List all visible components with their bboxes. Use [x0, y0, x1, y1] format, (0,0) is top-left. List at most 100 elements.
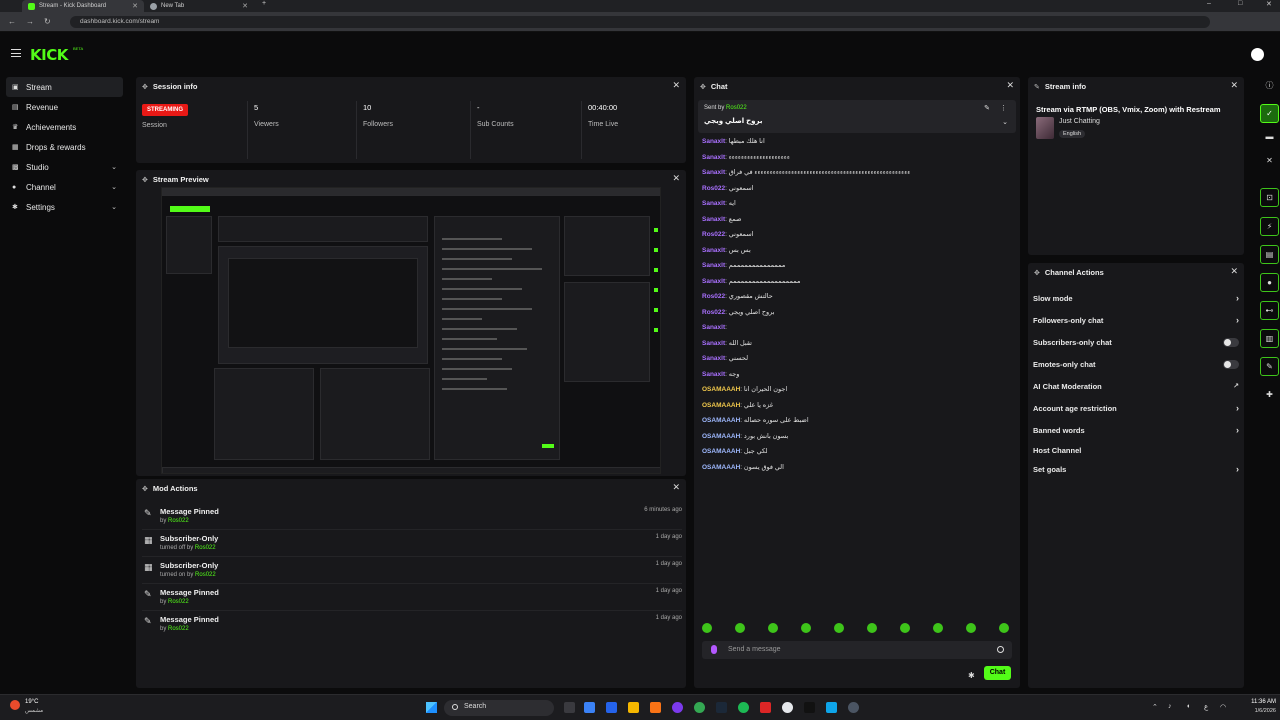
task-view-icon[interactable] — [564, 702, 575, 713]
drag-handle-icon[interactable]: ✥ — [1034, 269, 1040, 277]
chat-username[interactable]: Sanaxlt — [702, 154, 725, 161]
chat-username[interactable]: Sanaxlt — [702, 324, 725, 331]
app-icon[interactable] — [804, 702, 815, 713]
ai-moderation-option[interactable]: AI Chat Moderation ↗ — [1033, 375, 1239, 397]
wifi-icon[interactable]: ◠ — [1220, 703, 1226, 711]
set-goals-option[interactable]: Set goals › — [1033, 458, 1239, 480]
mail-icon[interactable] — [606, 702, 617, 713]
chat-username[interactable]: Sanaxlt — [702, 169, 725, 176]
chat-username[interactable]: OSAMAAAH — [702, 417, 740, 424]
drag-handle-icon[interactable]: ✎ — [1034, 83, 1040, 91]
chat-username[interactable]: Sanaxlt — [702, 247, 725, 254]
chat-username[interactable]: Ros022 — [702, 293, 725, 300]
emote-icon[interactable] — [867, 623, 877, 633]
app-icon[interactable] — [672, 702, 683, 713]
checkmark-icon[interactable]: ✓ — [1260, 104, 1279, 123]
emote-icon[interactable] — [834, 623, 844, 633]
chat-username[interactable]: Sanaxlt — [702, 371, 725, 378]
microphone-icon[interactable] — [711, 645, 717, 654]
chat-username[interactable]: Sanaxlt — [702, 278, 725, 285]
puzzle-icon[interactable]: ✚ — [1260, 385, 1279, 404]
chat-username[interactable]: Sanaxlt — [702, 138, 725, 145]
sidebar-item-settings[interactable]: ✱ Settings ⌄ — [6, 197, 123, 217]
emote-icon[interactable] — [735, 623, 745, 633]
forward-icon[interactable]: → — [26, 17, 34, 26]
layers-icon[interactable]: ▥ — [1260, 329, 1279, 348]
banned-words-option[interactable]: Banned words › — [1033, 419, 1239, 441]
windows-start-icon[interactable] — [426, 702, 437, 713]
app-icon[interactable] — [826, 702, 837, 713]
tab-new-tab[interactable]: New Tab ✕ — [144, 0, 254, 12]
sidebar-item-revenue[interactable]: ▤ Revenue — [6, 97, 123, 117]
speaker-icon[interactable]: ◖ — [1186, 703, 1190, 710]
back-icon[interactable]: ← — [8, 17, 16, 26]
chat-username[interactable]: Sanaxlt — [702, 262, 725, 269]
emote-icon[interactable] — [900, 623, 910, 633]
chat-username[interactable]: OSAMAAAH — [702, 402, 740, 409]
taskbar-search[interactable]: Search — [444, 700, 554, 716]
reload-icon[interactable]: ↻ — [44, 17, 51, 26]
sidebar-item-studio[interactable]: ▩ Studio ⌄ — [6, 157, 123, 177]
emote-icon[interactable] — [999, 623, 1009, 633]
slow-mode-option[interactable]: Slow mode › — [1033, 287, 1239, 309]
emote-icon[interactable] — [801, 623, 811, 633]
emotes-only-toggle[interactable] — [1223, 359, 1239, 369]
lightning-icon[interactable]: ⚡ — [1260, 217, 1279, 236]
emote-icon[interactable] — [966, 623, 976, 633]
drag-handle-icon[interactable]: ✥ — [700, 83, 706, 91]
chat-username[interactable]: Sanaxlt — [702, 200, 725, 207]
close-tab-icon[interactable]: ✕ — [132, 2, 138, 10]
weather-icon[interactable] — [10, 700, 20, 710]
chat-username[interactable]: Sanaxlt — [702, 340, 725, 347]
sidebar-item-achievements[interactable]: ♛ Achievements — [6, 117, 123, 137]
wrench-icon[interactable]: ✎ — [1260, 357, 1279, 376]
tray-expand-icon[interactable]: ⌃ — [1152, 703, 1158, 711]
app-icon[interactable] — [848, 702, 859, 713]
file-explorer-icon[interactable] — [628, 702, 639, 713]
mod-user-link[interactable]: Ros022 — [195, 545, 216, 551]
layout-icon[interactable]: ▬ — [1260, 127, 1279, 146]
chat-username[interactable]: OSAMAAAH — [702, 386, 740, 393]
emote-icon[interactable] — [933, 623, 943, 633]
mod-user-link[interactable]: Ros022 — [168, 518, 189, 524]
maximize-icon[interactable]: □ — [1238, 0, 1242, 7]
subscribers-only-toggle[interactable] — [1223, 337, 1239, 347]
sidebar-item-channel[interactable]: ● Channel ⌄ — [6, 177, 123, 197]
pinned-message[interactable]: Sent by Ros022 بروح اصلي ويجي ✎ ⋮ ⌄ — [698, 100, 1016, 133]
emote-icon[interactable] — [768, 623, 778, 633]
microphone-icon[interactable]: ♪ — [1168, 703, 1172, 710]
chat-input[interactable]: Send a message — [702, 641, 1012, 659]
drag-handle-icon[interactable]: ✥ — [142, 83, 148, 91]
close-icon[interactable]: ✕ — [1006, 80, 1014, 91]
close-window-icon[interactable]: ✕ — [1266, 0, 1272, 8]
chat-username[interactable]: Ros022 — [702, 231, 725, 238]
close-icon[interactable]: ✕ — [672, 482, 680, 493]
chrome-icon[interactable] — [694, 702, 705, 713]
drag-handle-icon[interactable]: ✥ — [142, 176, 148, 184]
stream-preview-video[interactable] — [161, 187, 661, 474]
chat-username[interactable]: OSAMAAAH — [702, 433, 740, 440]
chat-username[interactable]: Ros022 — [702, 185, 725, 192]
chat-username[interactable]: Sanaxlt — [702, 355, 725, 362]
menu-icon[interactable] — [11, 49, 21, 57]
emote-icon[interactable] — [702, 623, 712, 633]
sidebar-item-stream[interactable]: ▣ Stream — [6, 77, 123, 97]
send-chat-button[interactable]: Chat — [984, 666, 1011, 680]
mod-user-link[interactable]: Ros022 — [168, 626, 189, 632]
account-age-option[interactable]: Account age restriction › — [1033, 397, 1239, 419]
emoji-icon[interactable] — [997, 646, 1004, 653]
more-icon[interactable]: ⋮ — [1000, 104, 1007, 112]
chat-username[interactable]: Ros022 — [702, 309, 725, 316]
followers-only-option[interactable]: Followers-only chat › — [1033, 309, 1239, 331]
chat-username[interactable]: OSAMAAAH — [702, 448, 740, 455]
obs-icon[interactable] — [782, 702, 793, 713]
spotify-icon[interactable] — [738, 702, 749, 713]
close-icon[interactable]: ✕ — [672, 173, 680, 184]
mod-user-link[interactable]: Ros022 — [168, 599, 189, 605]
chat-username[interactable]: Sanaxlt — [702, 216, 725, 223]
close-icon[interactable]: ✕ — [1260, 151, 1279, 170]
language-icon[interactable]: ع — [1204, 703, 1208, 711]
chat-username[interactable]: OSAMAAAH — [702, 464, 740, 471]
minimize-icon[interactable]: – — [1207, 0, 1211, 7]
drag-handle-icon[interactable]: ✥ — [142, 485, 148, 493]
